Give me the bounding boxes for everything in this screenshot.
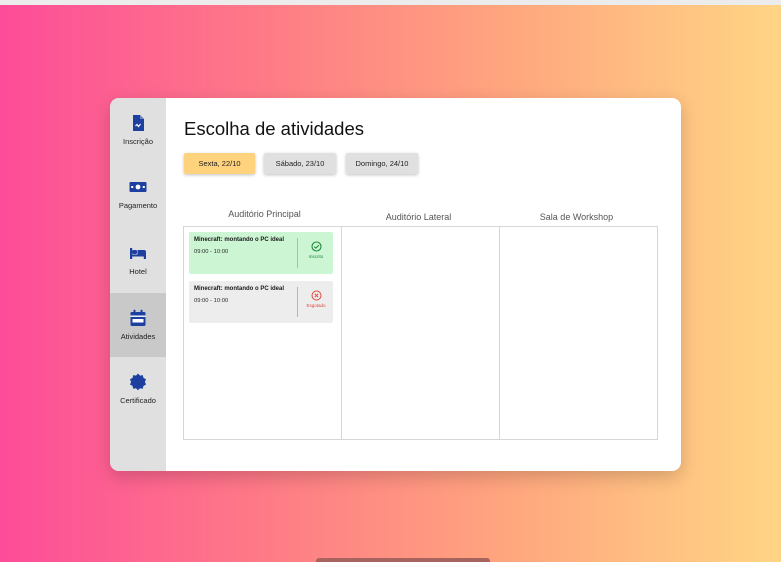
sidebar: Inscrição Pagamento Hotel Atividades Cer…	[110, 98, 166, 471]
calendar-icon	[130, 309, 146, 326]
status-label: Esgotado	[306, 303, 326, 308]
activity-card-sold-out[interactable]: Minecraft: montando o PC ideal 09:00 - 1…	[189, 281, 333, 323]
activity-title: Minecraft: montando o PC ideal	[194, 286, 285, 292]
payment-icon	[129, 182, 147, 192]
room-column-auditorio-principal: Minecraft: montando o PC ideal 09:00 - 1…	[184, 227, 341, 439]
tab-sabado[interactable]: Sábado, 23/10	[264, 153, 336, 174]
browser-top-strip	[0, 0, 781, 5]
sidebar-item-label: Inscrição	[122, 137, 153, 146]
activity-title: Minecraft: montando o PC ideal	[194, 237, 285, 243]
room-header-sala-de-workshop: Sala de Workshop	[539, 212, 614, 222]
sidebar-item-hotel[interactable]: Hotel	[110, 228, 166, 292]
room-column-sala-de-workshop	[499, 227, 657, 439]
bottom-tab-handle	[316, 558, 490, 562]
sidebar-item-label: Hotel	[129, 267, 147, 276]
sidebar-item-pagamento[interactable]: Pagamento	[110, 162, 166, 226]
sidebar-item-label: Atividades	[120, 332, 156, 341]
page-title: Escolha de atividades	[184, 118, 364, 139]
activity-time: 09:00 - 10:00	[194, 249, 229, 255]
activity-divider	[297, 287, 298, 317]
activity-divider	[297, 238, 298, 268]
activity-status: Esgotado	[299, 290, 333, 308]
badge-icon	[130, 373, 146, 391]
bed-icon	[130, 248, 146, 259]
activities-card: Inscrição Pagamento Hotel Atividades Cer…	[110, 98, 681, 471]
schedule-grid: Minecraft: montando o PC ideal 09:00 - 1…	[183, 226, 658, 440]
main-content: Escolha de atividades Sexta, 22/10 Sábad…	[166, 98, 681, 471]
sidebar-item-atividades[interactable]: Atividades	[110, 293, 166, 357]
tab-domingo[interactable]: Domingo, 24/10	[346, 153, 418, 174]
room-column-auditorio-lateral	[341, 227, 499, 439]
sidebar-item-inscricao[interactable]: Inscrição	[110, 98, 166, 162]
activity-status: Inscrito	[299, 241, 333, 259]
activity-time: 09:00 - 10:00	[194, 298, 229, 304]
status-label: Inscrito	[308, 254, 324, 259]
sidebar-item-label: Certificado	[120, 396, 156, 405]
room-header-auditorio-lateral: Auditório Lateral	[385, 212, 452, 222]
tab-sexta[interactable]: Sexta, 22/10	[184, 153, 255, 174]
document-icon	[133, 115, 144, 131]
room-header-auditorio-principal: Auditório Principal	[228, 209, 301, 219]
activity-card-enrolled[interactable]: Minecraft: montando o PC ideal 09:00 - 1…	[189, 232, 333, 274]
check-circle-icon	[310, 241, 322, 252]
sidebar-item-certificado[interactable]: Certificado	[110, 357, 166, 421]
x-circle-icon	[311, 290, 321, 301]
sidebar-item-label: Pagamento	[118, 201, 158, 210]
